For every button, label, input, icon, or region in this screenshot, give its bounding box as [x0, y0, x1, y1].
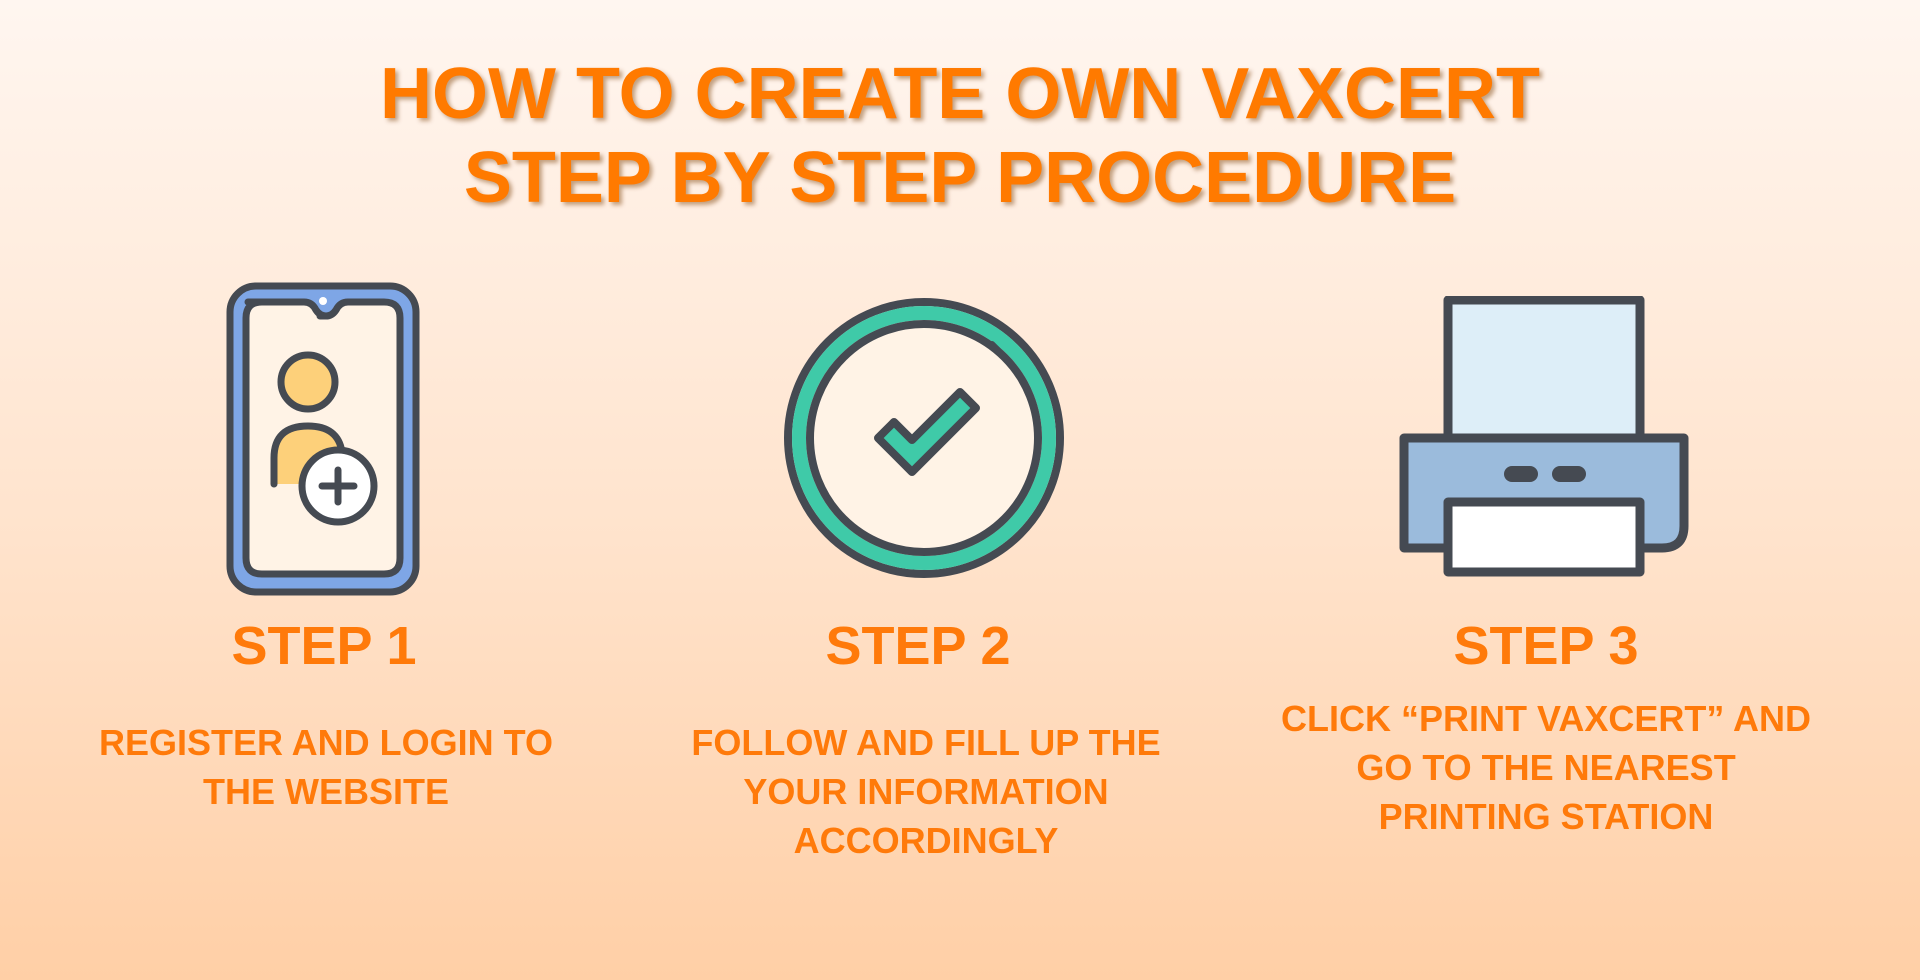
page-title: HOW TO CREATE OWN VAXCERT STEP BY STEP P…: [0, 52, 1920, 220]
step-3-description-line: GO TO THE NEAREST: [1356, 747, 1736, 788]
step-1-label: STEP 1: [231, 616, 417, 676]
title-line-1: HOW TO CREATE OWN VAXCERT: [380, 54, 1540, 134]
step-2-label: STEP 2: [825, 616, 1011, 676]
check-circle-icon: [782, 296, 1066, 580]
printer-icon: [1396, 295, 1696, 580]
step-1-description-line: THE WEBSITE: [202, 771, 449, 812]
step-1-description: REGISTER AND LOGIN TO THE WEBSITE: [16, 718, 636, 816]
step-2-description: FOLLOW AND FILL UP THE YOUR INFORMATION …: [616, 718, 1236, 865]
step-3-description-line: PRINTING STATION: [1378, 796, 1714, 837]
title-line-2: STEP BY STEP PROCEDURE: [463, 138, 1457, 218]
step-2-description-line: FOLLOW AND FILL UP THE: [691, 722, 1161, 763]
step-3-description-line: CLICK “PRINT VAXCERT” AND: [1281, 698, 1811, 739]
step-2-description-line: ACCORDINGLY: [793, 820, 1059, 861]
step-3-label: STEP 3: [1453, 616, 1639, 676]
smartphone-add-user-icon: [226, 282, 420, 596]
step-1-description-line: REGISTER AND LOGIN TO: [98, 722, 554, 763]
step-2-description-line: YOUR INFORMATION: [743, 771, 1109, 812]
step-3-description: CLICK “PRINT VAXCERT” AND GO TO THE NEAR…: [1236, 694, 1856, 841]
